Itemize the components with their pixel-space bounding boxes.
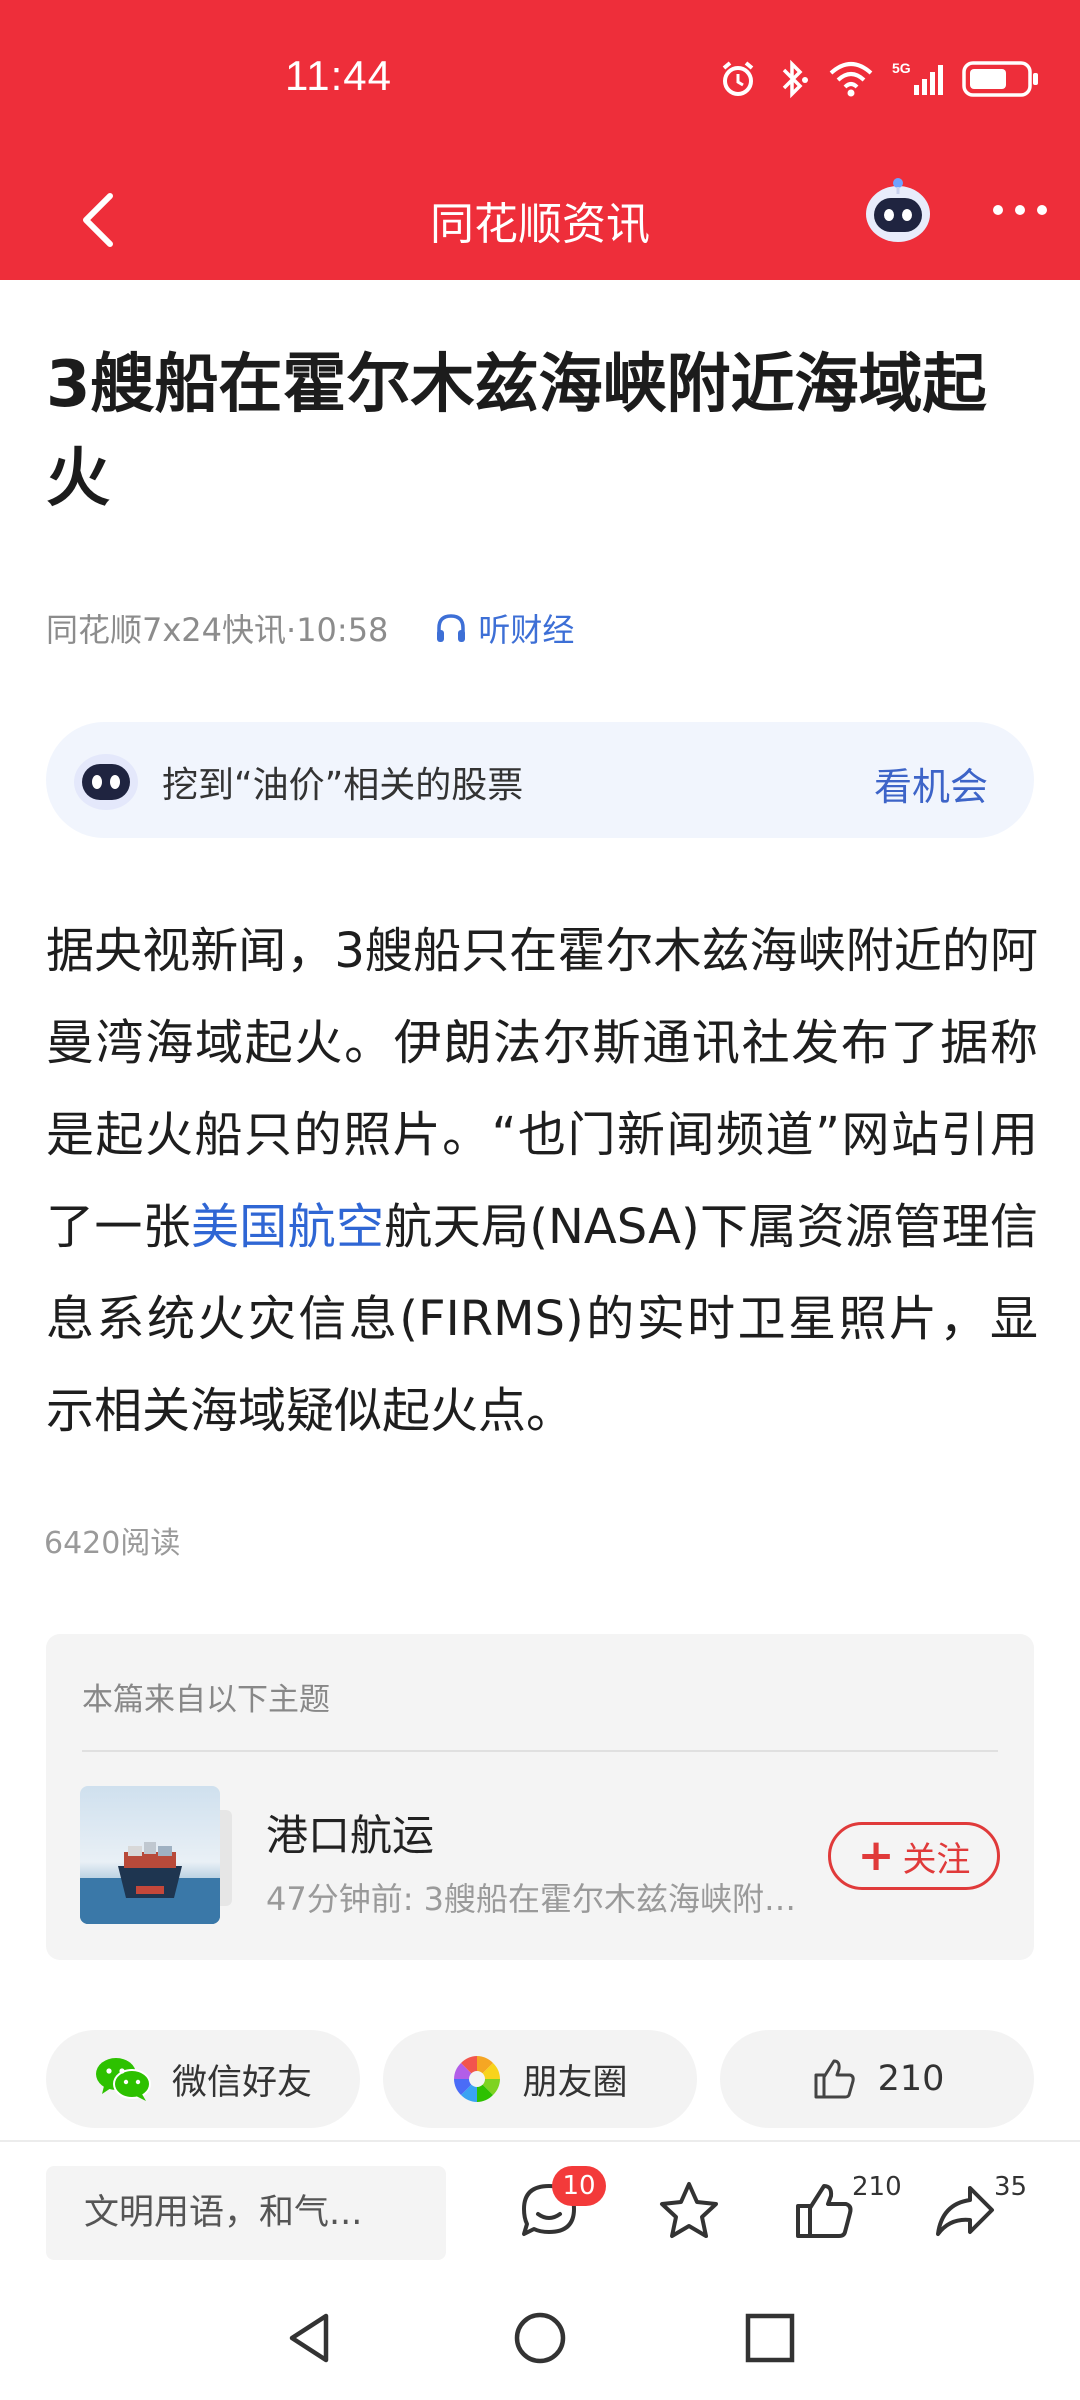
stock-prompt: 挖到“油价”相关的股票 [162,765,524,806]
system-recents-icon[interactable] [742,2310,798,2366]
share-moments-button[interactable]: 朋友圈 [383,2030,697,2128]
moments-label: 朋友圈 [522,2062,628,2103]
favorite-star-icon[interactable] [654,2176,724,2246]
status-time: 11:44 [285,52,392,99]
status-bar: 11:44 5G [0,0,1080,160]
svg-text:5G: 5G [892,60,911,76]
ship-thumbnail[interactable] [80,1786,220,1924]
wechat-label: 微信好友 [171,2062,312,2103]
share-wechat-button[interactable]: 微信好友 [46,2030,360,2128]
topic-title[interactable]: 港口航运 [266,1802,434,1863]
like-count-small: 210 [852,2172,902,2202]
divider [82,1750,998,1752]
article-title: 3艘船在霍尔木兹海峡附近海域起火 [46,348,987,516]
robot-icon [74,754,138,810]
more-options-icon[interactable] [990,200,1050,220]
moments-icon [454,2056,501,2102]
topic-header: 本篇来自以下主题 [82,1682,330,1718]
article-body: 据央视新闻，3艘船只在霍尔木兹海峡附近的阿曼湾海域起火。伊朗法尔斯通讯社发布了据… [46,905,1038,1457]
wifi-icon [829,62,873,97]
topic-card: 本篇来自以下主题 港口航运 47分钟前: 3艘船在霍尔木兹海峡附近海域起火 + … [46,1634,1034,1960]
topic-latest: 47分钟前: 3艘船在霍尔木兹海峡附近海域起火 [266,1880,806,1918]
robot-assistant-icon[interactable] [860,174,936,250]
body-link-nasa[interactable]: 美国航空 [191,1199,384,1255]
signal-5g-icon: 5G [892,60,943,95]
thumbs-up-icon [814,2059,855,2099]
system-home-icon[interactable] [512,2310,568,2366]
follow-label: 关注 [902,1839,971,1880]
share-count: 35 [994,2172,1028,2202]
read-count: 6420阅读 [44,1526,181,1561]
plus-icon: + [857,1830,895,1881]
article-source: 同花顺7x24快讯·10:58 [46,611,389,649]
listen-button[interactable]: 听财经 [434,605,574,651]
headphones-icon [437,614,466,642]
share-row: 微信好友 朋友圈 210 [46,2030,1034,2128]
wechat-icon [95,2058,151,2101]
related-stocks-card[interactable]: 挖到“油价”相关的股票 看机会 [46,722,1034,838]
system-back-icon[interactable] [282,2310,338,2366]
bottom-action-bar: 文明用语，和气... 10 210 35 [0,2140,1080,2270]
listen-label: 听财经 [478,611,575,649]
follow-button[interactable]: + 关注 [828,1822,1000,1890]
nav-bar: 同花顺资讯 [0,160,1080,280]
comment-input[interactable]: 文明用语，和气... [46,2166,446,2260]
article-meta: 同花顺7x24快讯·10:58 听财经 [46,605,574,651]
system-nav-bar [0,2270,1080,2400]
like-button[interactable]: 210 [720,2030,1034,2128]
see-opportunity-link[interactable]: 看机会 [874,756,988,811]
like-icon[interactable] [790,2176,860,2246]
comment-count-badge: 10 [552,2166,606,2206]
like-count: 210 [877,2059,945,2099]
bluetooth-icon [782,59,808,99]
app-header: 11:44 5G 同花顺资讯 [0,0,1080,280]
status-icons: 5G [718,58,1040,100]
battery-icon [962,61,1038,97]
alarm-icon [722,61,754,96]
share-icon[interactable] [930,2176,1000,2246]
